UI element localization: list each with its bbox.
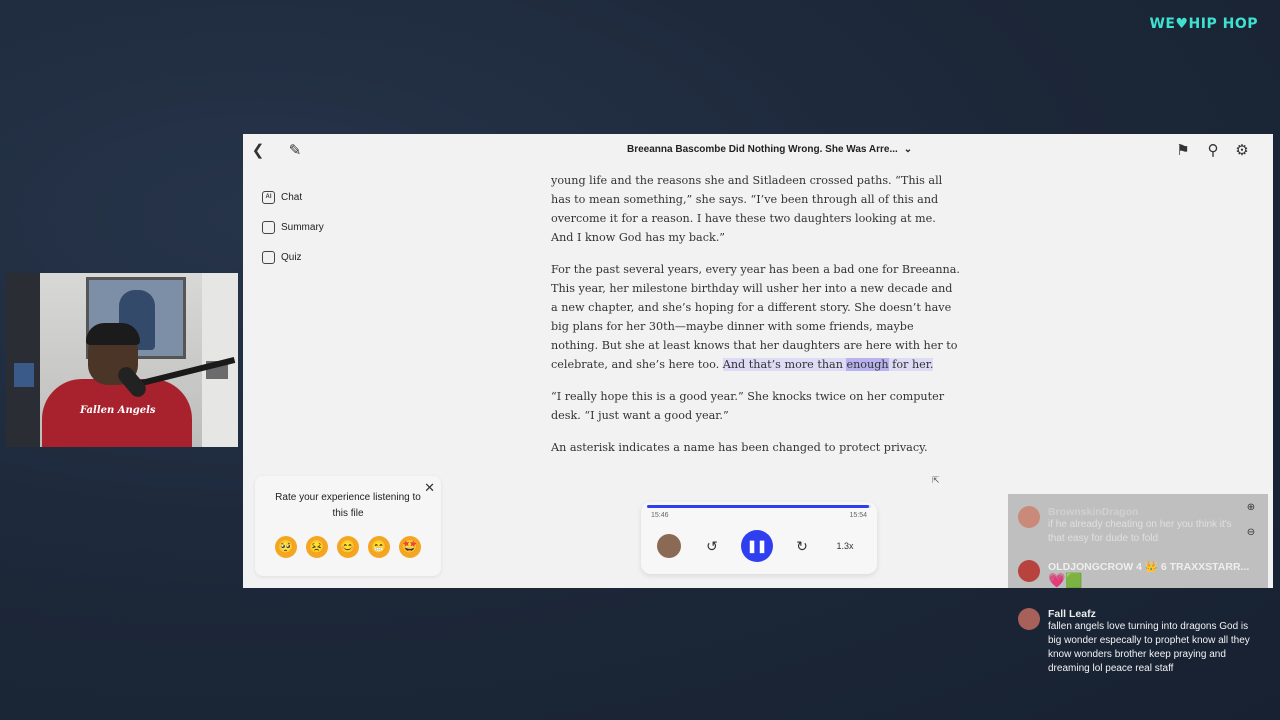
quiz-icon [262,250,275,264]
top-bar: ❮ ✎ Breeanna Bascombe Did Nothing Wrong.… [243,134,1273,168]
voice-avatar[interactable] [657,534,681,558]
article-body: young life and the reasons she and Sitla… [551,171,961,470]
avatar [1018,560,1040,582]
paragraph: young life and the reasons she and Sitla… [551,174,943,244]
rating-emoji-row: 🥺 😣 😊 😁 🤩 [275,536,421,558]
forward-icon[interactable]: ↻ [793,532,811,560]
paragraph: For the past several years, every year h… [551,263,960,371]
avatar [1018,506,1040,528]
current-word-highlight: enough [846,358,889,371]
document-title[interactable]: Breeanna Bascombe Did Nothing Wrong. She… [627,144,912,155]
nav-item-summary[interactable]: Summary [262,212,324,242]
chat-message: OLDJONGCROW 4 👑 6 TRAXXSTARR... 💗🟩 [1018,560,1258,587]
speed-button[interactable]: 1.3x [833,532,857,560]
rating-card: ✕ Rate your experience listening to this… [255,476,441,576]
pause-button[interactable]: ❚❚ [741,530,773,562]
avatar [1018,608,1040,630]
search-icon[interactable]: ⚲ [1204,142,1222,160]
summary-icon [262,220,275,234]
rating-emoji-2[interactable]: 😣 [306,536,328,558]
close-icon[interactable]: ✕ [424,480,435,496]
streamer: Fallen Angels [42,323,192,447]
nav-item-quiz[interactable]: Quiz [262,242,324,272]
brand-logo: WE♥HIP HOP [1149,16,1258,32]
gear-icon[interactable]: ⚙ [1233,142,1251,160]
progress-bar[interactable] [647,505,871,508]
chat-message: Fall Leafz fallen angels love turning in… [1018,608,1258,676]
rating-title: Rate your experience listening to this f… [275,492,421,519]
paragraph: “I really hope this is a good year.” She… [551,390,945,422]
back-arrow-icon[interactable]: ❮ [249,142,267,160]
side-nav: AI Chat Summary Quiz [262,182,324,272]
stream-chat: ⊕ ⊖ BrownskinDragon if he already cheati… [1008,494,1268,704]
current-sentence-highlight: And that’s more than enough for her. [722,358,934,371]
total-time: 15:54 [849,512,867,519]
chevron-down-icon: ⌄ [903,144,913,155]
rewind-icon[interactable]: ↺ [703,532,721,560]
rating-emoji-3[interactable]: 😊 [337,536,359,558]
ai-chat-icon: AI [262,190,275,204]
rating-emoji-1[interactable]: 🥺 [275,536,297,558]
rating-emoji-5[interactable]: 🤩 [399,536,421,558]
edit-pencil-icon[interactable]: ✎ [286,142,304,160]
elapsed-time: 15:46 [651,512,669,519]
chat-message: BrownskinDragon if he already cheating o… [1018,506,1248,546]
paragraph: An asterisk indicates a name has been ch… [551,441,928,454]
nav-item-chat[interactable]: AI Chat [262,182,324,212]
bookmark-icon[interactable]: ⚑ [1174,142,1192,160]
rating-emoji-4[interactable]: 😁 [368,536,390,558]
webcam-feed: Fallen Angels [6,273,238,447]
mouse-cursor-icon: ⇱ [932,475,940,485]
audio-player: 15:46 15:54 ↺ ❚❚ ↻ 1.3x [641,502,877,574]
